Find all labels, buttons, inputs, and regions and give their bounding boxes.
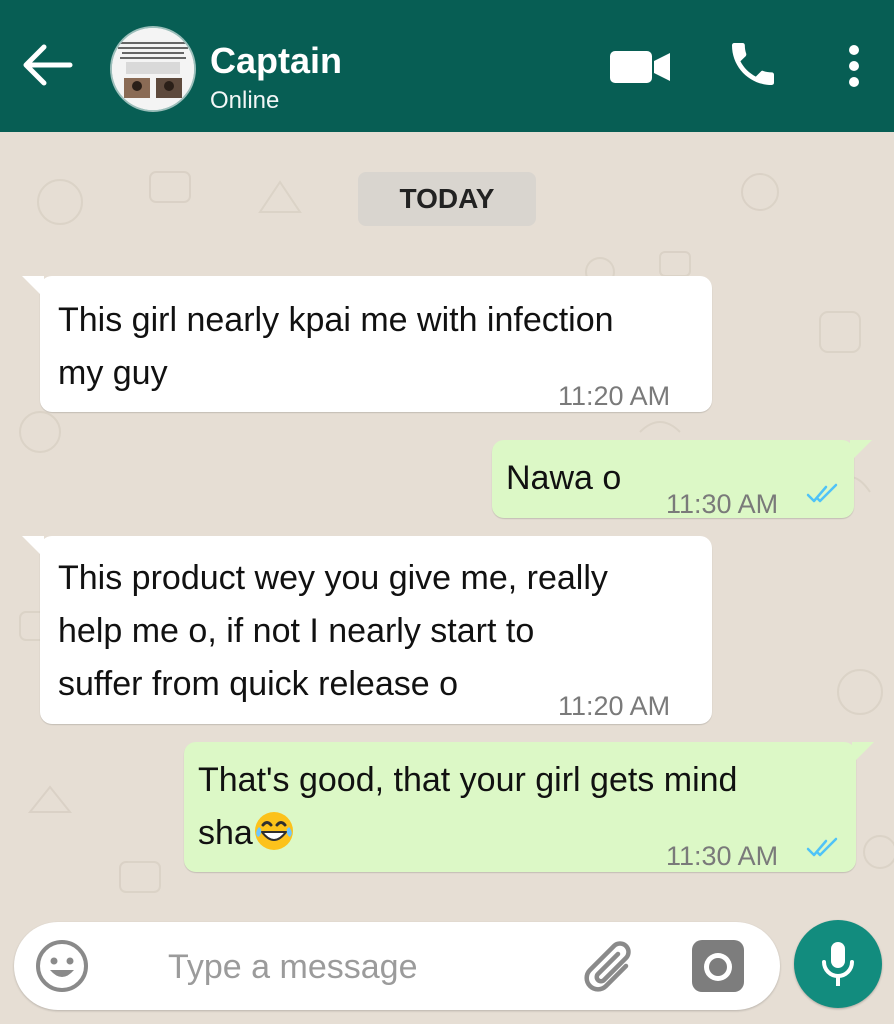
chat-header: Captain Online [0,0,894,132]
contact-status: Online [210,87,280,114]
more-vert-icon[interactable] [838,40,870,92]
back-arrow-icon[interactable] [18,40,76,90]
message-text: Nawa o [506,459,622,497]
laughing-tears-emoji-icon [254,812,293,850]
contact-name[interactable]: Captain [210,40,342,82]
message-text: This girl nearly kpai me with infection … [58,301,614,392]
message-text: That's good, that your girl gets mind sh… [198,754,737,860]
attach-icon[interactable] [578,936,638,996]
message-incoming[interactable]: This product wey you give me, really hel… [22,536,712,724]
video-call-icon[interactable] [608,47,672,87]
message-input[interactable]: Type a message [168,948,417,987]
camera-icon[interactable] [690,938,746,994]
message-text: This product wey you give me, really hel… [58,559,608,703]
phone-icon[interactable] [725,36,781,92]
message-outgoing[interactable]: Nawa o 11:30 AM [492,440,872,519]
message-time: 11:20 AM [558,691,671,721]
contact-avatar[interactable] [112,28,194,110]
voice-record-button[interactable] [794,920,882,1008]
message-composer[interactable]: Type a message [14,922,780,1010]
message-time: 11:30 AM [666,841,779,871]
message-time: 11:30 AM [666,489,779,519]
read-ticks-icon [806,483,838,503]
mic-icon [822,942,854,986]
message-outgoing[interactable]: That's good, that your girl gets mind sh… [184,742,874,872]
message-incoming[interactable]: This girl nearly kpai me with infection … [22,276,712,412]
date-chip: TODAY [358,172,536,226]
emoji-icon[interactable] [34,938,90,994]
message-time: 11:20 AM [558,381,671,411]
read-ticks-icon [806,837,838,857]
